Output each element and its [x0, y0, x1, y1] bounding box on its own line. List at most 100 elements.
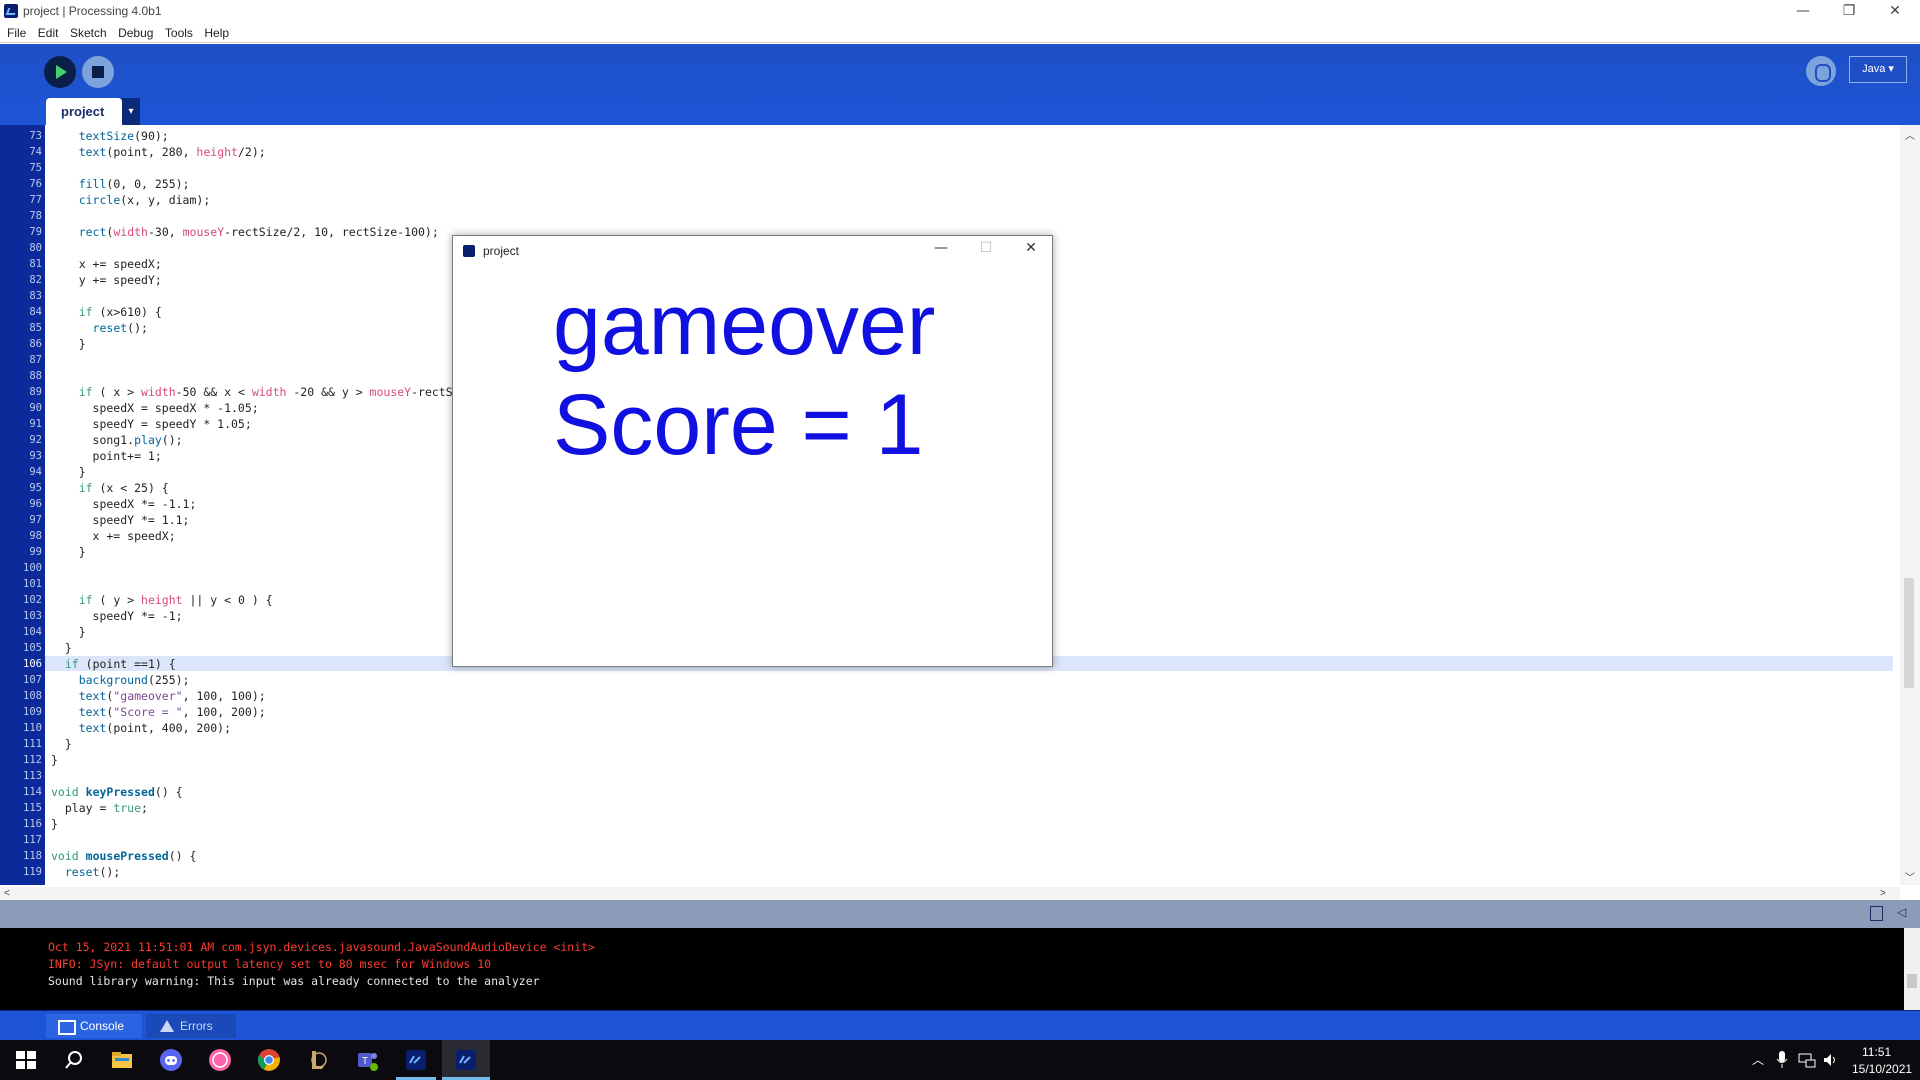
- line-number: 73: [29, 130, 42, 142]
- code-line[interactable]: point+= 1;: [51, 448, 162, 464]
- code-line[interactable]: speedX = speedX * -1.05;: [51, 400, 259, 416]
- scroll-right-icon[interactable]: >: [1880, 888, 1886, 899]
- code-line[interactable]: text(point, 280, height/2);: [51, 144, 266, 160]
- tab-console[interactable]: Console: [46, 1014, 142, 1038]
- sketch-window[interactable]: project — ☐ ✕ gameover Score = 1: [452, 235, 1053, 667]
- minimize-button[interactable]: —: [1780, 0, 1826, 22]
- sketch-titlebar[interactable]: project — ☐ ✕: [453, 236, 1052, 266]
- console-scroll-thumb[interactable]: [1907, 974, 1917, 988]
- copy-console-icon[interactable]: [1870, 906, 1883, 921]
- code-line[interactable]: song1.play();: [51, 432, 183, 448]
- code-line[interactable]: }: [51, 544, 86, 560]
- processing-active-icon[interactable]: [454, 1048, 478, 1072]
- vertical-scrollbar[interactable]: ︿ ﹀: [1900, 125, 1920, 885]
- line-number: 91: [29, 418, 42, 430]
- code-line[interactable]: x += speedX;: [51, 256, 162, 272]
- code-line[interactable]: void mousePressed() {: [51, 848, 196, 864]
- run-button[interactable]: [44, 56, 76, 88]
- close-button[interactable]: ✕: [1872, 0, 1918, 22]
- tab-project[interactable]: project: [46, 98, 122, 125]
- osu-icon[interactable]: [208, 1048, 232, 1072]
- code-line[interactable]: }: [51, 752, 58, 768]
- menu-debug[interactable]: Debug: [111, 23, 153, 40]
- mode-selector[interactable]: Java ▾: [1849, 56, 1907, 83]
- code-line[interactable]: y += speedY;: [51, 272, 162, 288]
- line-number: 107: [23, 674, 42, 686]
- stop-button[interactable]: [82, 56, 114, 88]
- code-line[interactable]: text("Score = ", 100, 200);: [51, 704, 266, 720]
- line-number: 111: [23, 738, 42, 750]
- code-line[interactable]: speedY *= 1.1;: [51, 512, 190, 528]
- score-text: Score = 1: [553, 377, 924, 473]
- scroll-up-icon[interactable]: ︿: [1905, 127, 1915, 142]
- code-line[interactable]: speedY *= -1;: [51, 608, 183, 624]
- code-line[interactable]: }: [51, 464, 86, 480]
- code-line[interactable]: circle(x, y, diam);: [51, 192, 211, 208]
- code-line[interactable]: if (point ==1) {: [51, 656, 176, 672]
- code-line[interactable]: if (x>610) {: [51, 304, 162, 320]
- code-line[interactable]: text(point, 400, 200);: [51, 720, 231, 736]
- teams-icon[interactable]: T: [355, 1048, 379, 1072]
- code-line[interactable]: }: [51, 640, 72, 656]
- menu-edit[interactable]: Edit: [31, 23, 59, 40]
- code-line[interactable]: background(255);: [51, 672, 190, 688]
- console-scrollbar[interactable]: [1904, 928, 1920, 1010]
- line-number: 114: [23, 786, 42, 798]
- microphone-icon[interactable]: [1776, 1051, 1788, 1069]
- code-line[interactable]: }: [51, 624, 86, 640]
- tab-errors[interactable]: Errors: [146, 1014, 236, 1038]
- sketch-canvas[interactable]: gameover Score = 1: [453, 266, 1052, 666]
- line-number: 100: [23, 562, 42, 574]
- code-line[interactable]: void keyPressed() {: [51, 784, 183, 800]
- window-title: project | Processing 4.0b1: [23, 4, 162, 18]
- code-line[interactable]: }: [51, 816, 58, 832]
- search-icon[interactable]: [62, 1048, 86, 1072]
- clock-date[interactable]: 15/10/2021: [1852, 1062, 1912, 1076]
- code-line[interactable]: }: [51, 336, 86, 352]
- line-number: 86: [29, 338, 42, 350]
- network-icon[interactable]: [1798, 1052, 1816, 1068]
- sketch-close-button[interactable]: ✕: [1011, 240, 1051, 262]
- discord-icon[interactable]: [159, 1048, 183, 1072]
- menu-sketch[interactable]: Sketch: [63, 23, 107, 40]
- menu-help[interactable]: Help: [197, 23, 229, 40]
- restore-button[interactable]: ❐: [1826, 0, 1872, 22]
- code-line[interactable]: if ( y > height || y < 0 ) {: [51, 592, 273, 608]
- windows-start-icon[interactable]: [14, 1048, 38, 1072]
- code-line[interactable]: x += speedX;: [51, 528, 176, 544]
- vertical-scroll-thumb[interactable]: [1904, 578, 1914, 688]
- line-number: 87: [29, 354, 42, 366]
- scroll-left-icon[interactable]: <: [4, 888, 10, 899]
- menu-tools[interactable]: Tools: [158, 23, 193, 40]
- code-line[interactable]: }: [51, 736, 72, 752]
- chrome-icon[interactable]: [257, 1048, 281, 1072]
- line-number: 112: [23, 754, 42, 766]
- code-line[interactable]: speedX *= -1.1;: [51, 496, 197, 512]
- sketch-minimize-button[interactable]: —: [921, 240, 961, 262]
- code-line[interactable]: rect(width-30, mouseY-rectSize/2, 10, re…: [51, 224, 439, 240]
- code-line[interactable]: textSize(90);: [51, 128, 169, 144]
- menu-file[interactable]: File: [0, 23, 26, 40]
- console-line: INFO: JSyn: default output latency set t…: [48, 957, 492, 971]
- scroll-down-icon[interactable]: ﹀: [1905, 869, 1915, 884]
- code-line[interactable]: play = true;: [51, 800, 148, 816]
- line-number: 97: [29, 514, 42, 526]
- code-line[interactable]: if ( x > width-50 && x < width -20 && y …: [51, 384, 453, 400]
- league-of-legends-icon[interactable]: [306, 1048, 330, 1072]
- taskbar-active-app[interactable]: [442, 1040, 490, 1080]
- processing-icon[interactable]: [404, 1048, 428, 1072]
- file-explorer-icon[interactable]: [110, 1048, 134, 1072]
- debugger-icon[interactable]: [1806, 56, 1836, 86]
- tab-menu-button[interactable]: ▾: [122, 98, 140, 125]
- show-hidden-icons-icon[interactable]: ︿: [1752, 1051, 1764, 1068]
- console-divider[interactable]: ◁: [0, 900, 1920, 928]
- volume-icon[interactable]: [1823, 1052, 1839, 1068]
- clock-time[interactable]: 11:51: [1862, 1045, 1891, 1059]
- code-line[interactable]: speedY = speedY * 1.05;: [51, 416, 252, 432]
- code-line[interactable]: text("gameover", 100, 100);: [51, 688, 266, 704]
- collapse-console-icon[interactable]: ◁: [1897, 905, 1906, 919]
- code-line[interactable]: if (x < 25) {: [51, 480, 169, 496]
- code-line[interactable]: reset();: [51, 320, 148, 336]
- code-line[interactable]: fill(0, 0, 255);: [51, 176, 190, 192]
- code-line[interactable]: reset();: [51, 864, 120, 880]
